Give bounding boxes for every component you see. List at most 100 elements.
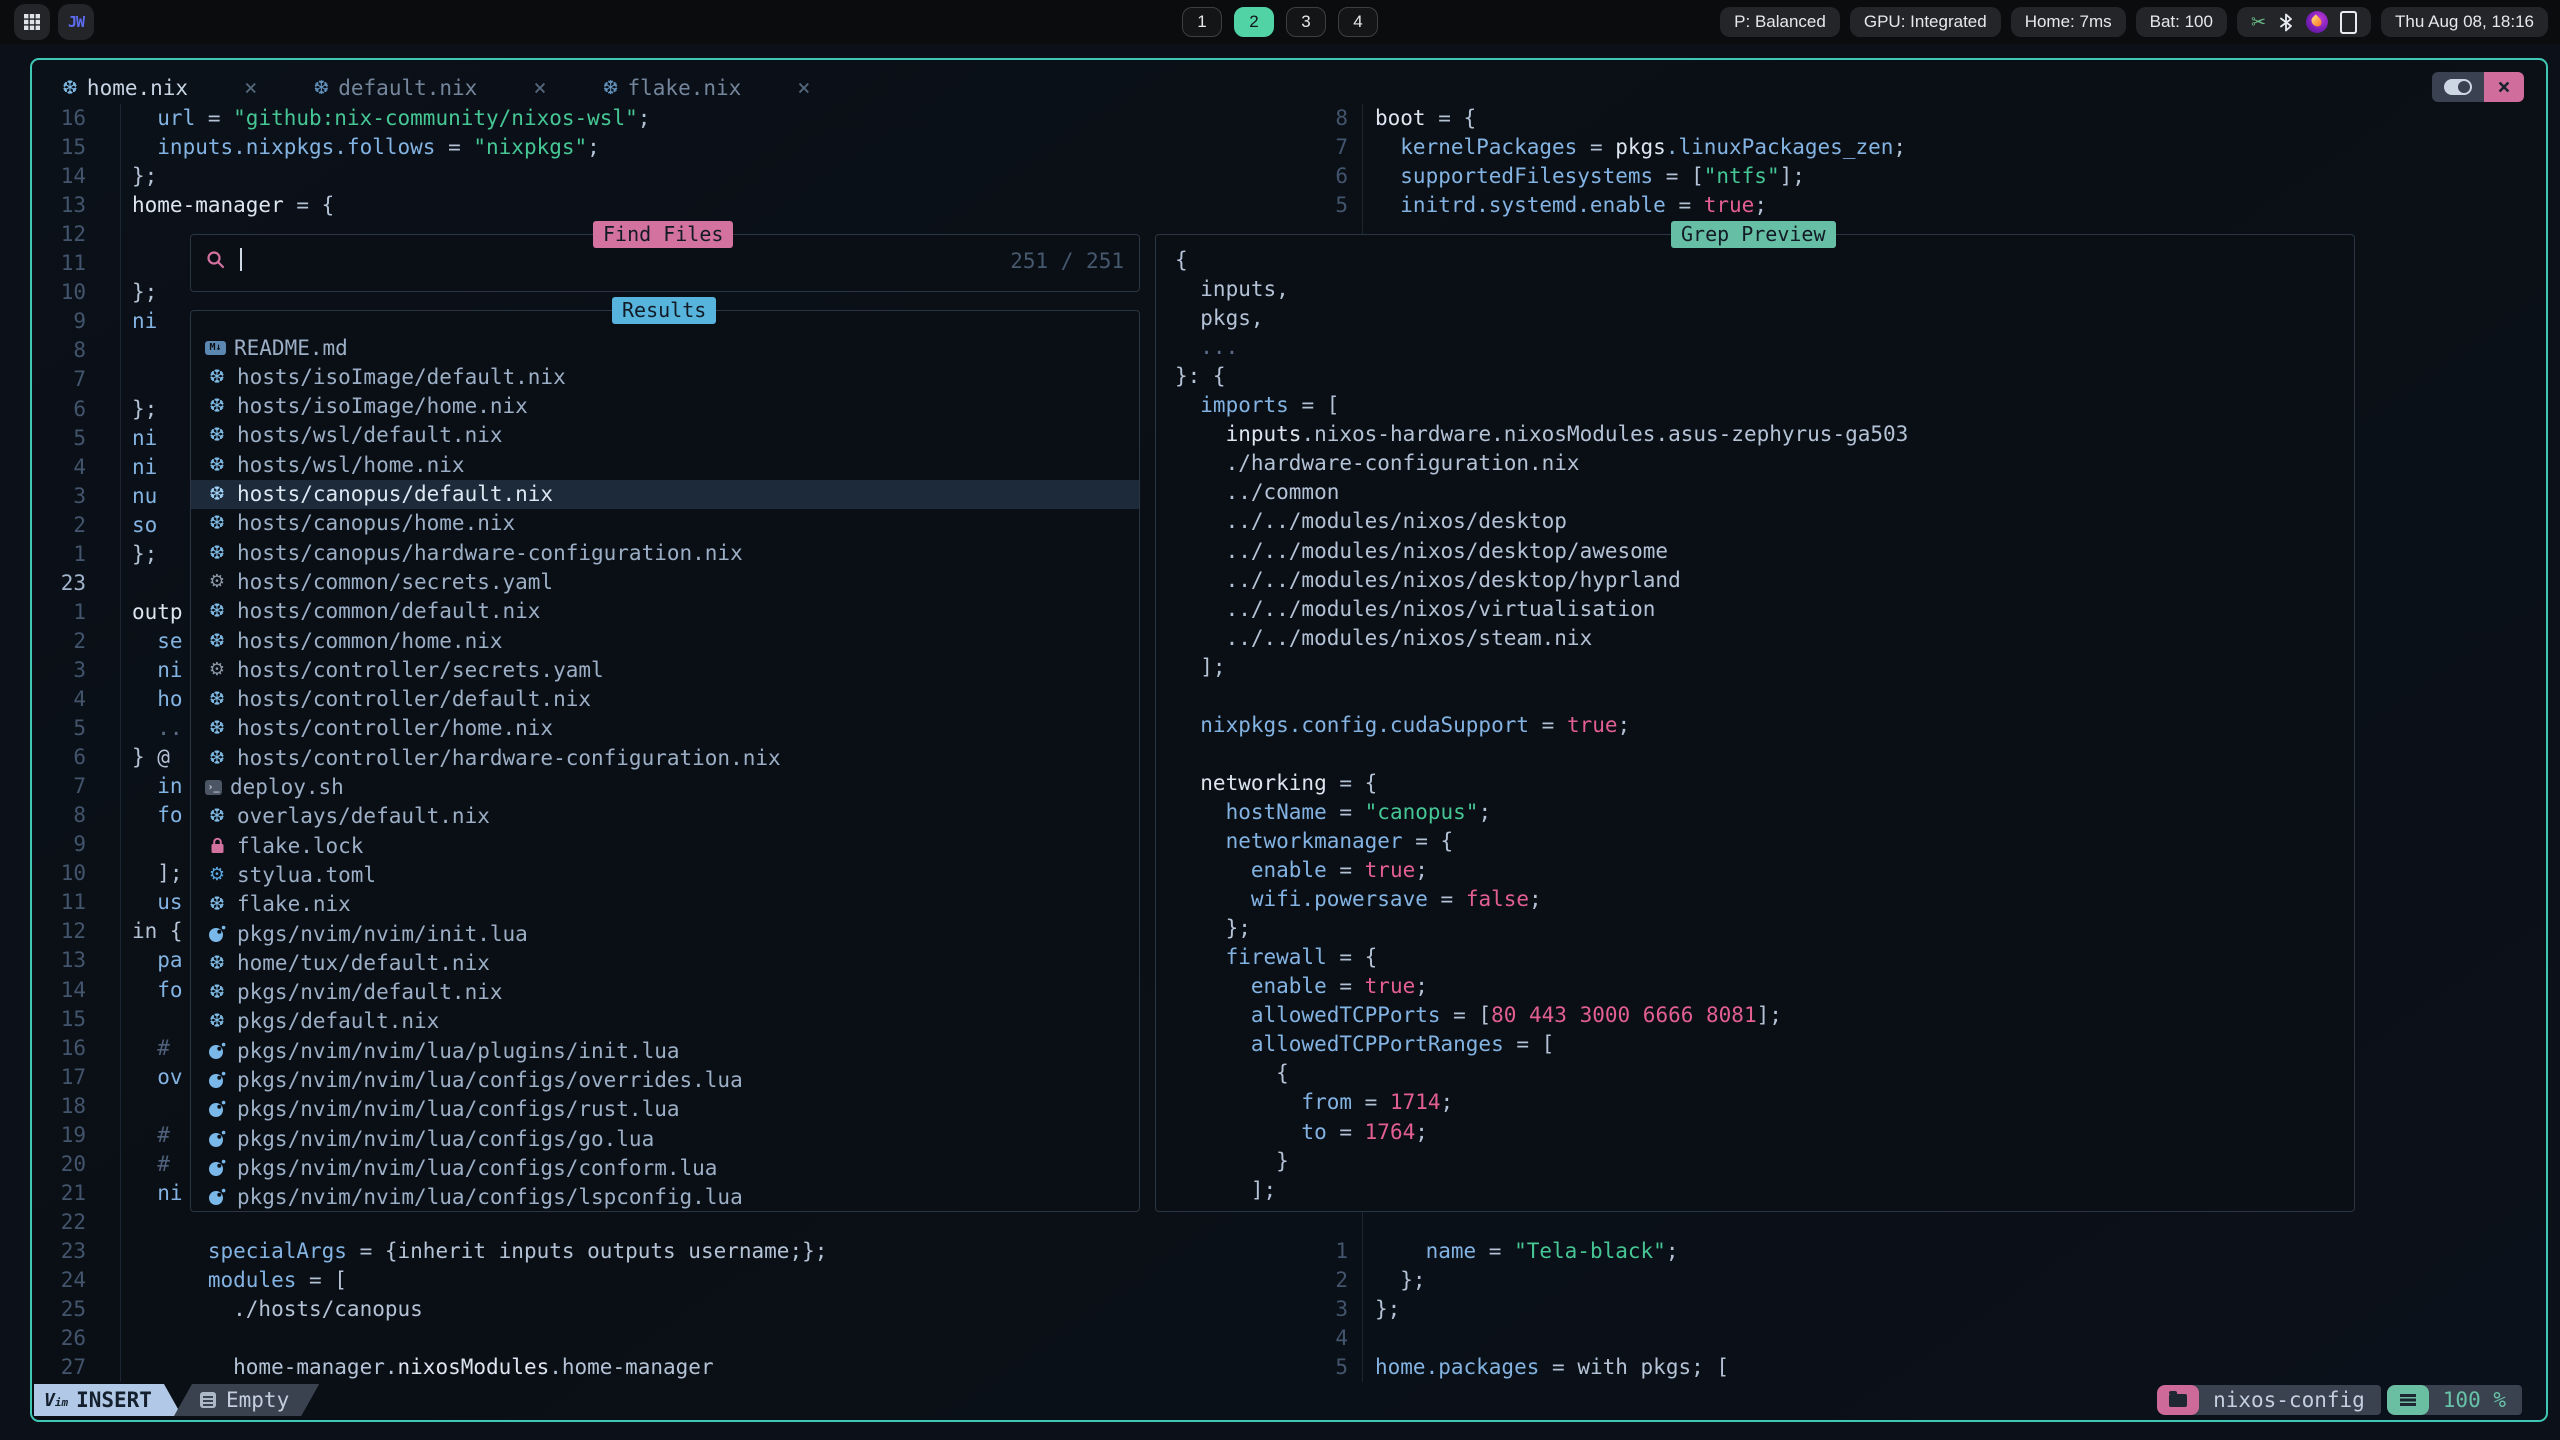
mode-label: INSERT	[76, 1388, 152, 1412]
code-line: ../../modules/nixos/desktop	[0, 507, 1170, 536]
nix-icon: ❆	[313, 77, 329, 99]
code-line: to = 1764;	[0, 1118, 1170, 1147]
apps-button[interactable]	[14, 4, 50, 40]
top-bar: JW 1234 P: BalancedGPU: IntegratedHome: …	[0, 0, 2560, 44]
line-number: 3	[1300, 1295, 1348, 1324]
toggle-button[interactable]	[2432, 72, 2484, 102]
line-number: 2	[1300, 1266, 1348, 1295]
scissors-icon[interactable]: ✂	[2251, 12, 2266, 33]
scroll-percent: 100 %	[2423, 1385, 2522, 1415]
code-line: 5home.packages = with pkgs; [	[0, 1353, 2560, 1382]
tab-label: default.nix	[338, 76, 477, 100]
code-line: 7 kernelPackages = pkgs.linuxPackages_ze…	[0, 133, 2560, 162]
flame-indicator-icon[interactable]	[2306, 11, 2328, 33]
window-controls: ×	[2432, 72, 2524, 102]
code-line: networkmanager = {	[0, 827, 1170, 856]
bluetooth-icon[interactable]	[2278, 13, 2294, 32]
code-line: 2 };	[0, 1266, 2560, 1295]
code-line: enable = true;	[0, 972, 1170, 1001]
document-icon	[200, 1392, 216, 1408]
code-line: 3};	[0, 1295, 2560, 1324]
line-number: 8	[1300, 104, 1348, 133]
code-line: ../../modules/nixos/virtualisation	[0, 595, 1170, 624]
tab-close-icon[interactable]: ×	[244, 76, 257, 101]
top-bar-right: P: BalancedGPU: IntegratedHome: 7msBat: …	[1720, 7, 2548, 37]
code-line: 4	[0, 1324, 2560, 1353]
code-line: ];	[0, 1176, 1170, 1205]
status-pill: Bat: 100	[2136, 7, 2227, 37]
logo-button[interactable]: JW	[58, 4, 94, 40]
desktop: JW 1234 P: BalancedGPU: IntegratedHome: …	[0, 0, 2560, 1440]
line-number: 1	[1300, 1237, 1348, 1266]
code-line: allowedTCPPortRanges = [	[0, 1030, 1170, 1059]
code-line: 6 supportedFilesystems = ["ntfs"];	[0, 162, 2560, 191]
statusline: Vim INSERT Empty nixos-config 100 %	[32, 1384, 2528, 1416]
file-segment: Empty	[174, 1384, 319, 1416]
system-tray: ✂	[2237, 7, 2371, 37]
workspace-switcher: 1234	[1182, 7, 1378, 37]
tab-close-icon[interactable]: ×	[533, 76, 546, 101]
tab-default.nix[interactable]: ❆ default.nix ×	[313, 76, 546, 101]
picker-input-title: Find Files	[593, 221, 733, 248]
close-icon: ×	[2497, 75, 2510, 100]
line-number: 4	[1300, 1324, 1348, 1353]
vim-icon: Vim	[44, 1390, 68, 1411]
workspace-button-2[interactable]: 2	[1234, 7, 1274, 37]
status-pill: GPU: Integrated	[1850, 7, 2001, 37]
code-line: ../../modules/nixos/steam.nix	[0, 624, 1170, 653]
tab-close-icon[interactable]: ×	[797, 76, 810, 101]
code-line: 1 name = "Tela-black";	[0, 1237, 2560, 1266]
preview-title: Grep Preview	[1671, 221, 1836, 248]
line-number: 22	[36, 1208, 86, 1237]
code-line: pkgs,	[0, 304, 1170, 333]
code-line: inputs.nixos-hardware.nixosModules.asus-…	[0, 420, 1170, 449]
file-label: Empty	[226, 1388, 289, 1412]
code-line: allowedTCPPorts = [80 443 3000 6666 8081…	[0, 1001, 1170, 1030]
code-line: ];	[0, 653, 1170, 682]
code-line: inputs,	[0, 275, 1170, 304]
code-line: wifi.powersave = false;	[0, 885, 1170, 914]
code-line: hostName = "canopus";	[0, 798, 1170, 827]
status-pill: Home: 7ms	[2011, 7, 2126, 37]
top-bar-left: JW	[14, 4, 94, 40]
code-line: ../../modules/nixos/desktop/hyprland	[0, 566, 1170, 595]
clock: Thu Aug 08, 18:16	[2381, 7, 2548, 37]
lines-badge	[2387, 1385, 2429, 1415]
code-line: enable = true;	[0, 856, 1170, 885]
tab-home.nix[interactable]: ❆ home.nix ×	[62, 76, 257, 101]
code-line: ../common	[0, 478, 1170, 507]
workspace-button-3[interactable]: 3	[1286, 7, 1326, 37]
tab-flake.nix[interactable]: ❆ flake.nix ×	[603, 76, 811, 101]
line-number: 6	[1300, 162, 1348, 191]
window-close-button[interactable]: ×	[2484, 72, 2524, 102]
code-line: firewall = {	[0, 943, 1170, 972]
workspace-button-1[interactable]: 1	[1182, 7, 1222, 37]
tab-label: home.nix	[87, 76, 188, 100]
code-line: nixpkgs.config.cudaSupport = true;	[0, 711, 1170, 740]
logo-icon: JW	[68, 13, 84, 31]
code-line: 22	[0, 1208, 2560, 1237]
apps-grid-icon	[24, 14, 40, 30]
code-line: 8boot = {	[0, 104, 2560, 133]
code-line: imports = [	[0, 391, 1170, 420]
code-line: ../../modules/nixos/desktop/awesome	[0, 537, 1170, 566]
code-line: }	[0, 1147, 1170, 1176]
nix-icon: ❆	[603, 77, 619, 99]
status-pills: P: BalancedGPU: IntegratedHome: 7msBat: …	[1720, 7, 2227, 37]
code-line: ./hardware-configuration.nix	[0, 449, 1170, 478]
nix-icon: ❆	[62, 77, 78, 99]
toggle-icon	[2444, 79, 2472, 95]
code-line	[0, 740, 1170, 769]
folder-icon	[2169, 1394, 2187, 1407]
code-line: };	[0, 914, 1170, 943]
code-line: 5 initrd.systemd.enable = true;	[0, 191, 2560, 220]
line-number: 12	[36, 220, 86, 249]
statusline-right: nixos-config 100 %	[2151, 1385, 2522, 1415]
phone-icon[interactable]	[2340, 11, 2357, 34]
code-line	[0, 682, 1170, 711]
line-number: 7	[1300, 133, 1348, 162]
workspace-button-4[interactable]: 4	[1338, 7, 1378, 37]
tab-label: flake.nix	[628, 76, 742, 100]
line-number: 5	[1300, 191, 1348, 220]
project-group: nixos-config	[2157, 1385, 2381, 1415]
